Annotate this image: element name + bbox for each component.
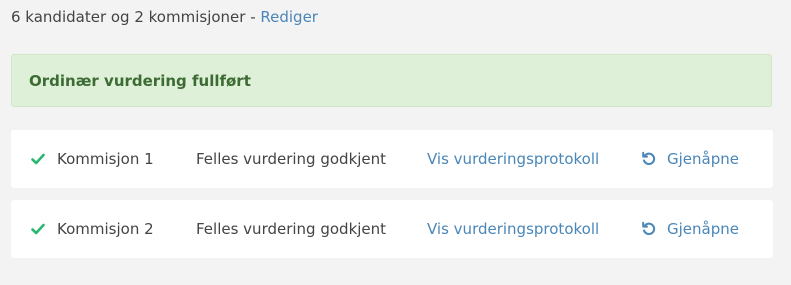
commission-row: Kommisjon 1 Felles vurdering godkjent Vi… [11, 130, 773, 188]
summary-line: 6 kandidater og 2 kommisjoner - Rediger [11, 8, 318, 26]
view-protocol-link[interactable]: Vis vurderingsprotokoll [427, 200, 599, 258]
commission-row: Kommisjon 2 Felles vurdering godkjent Vi… [11, 200, 773, 258]
reopen-button[interactable]: Gjenåpne [641, 130, 739, 188]
reopen-button[interactable]: Gjenåpne [641, 200, 739, 258]
summary-text: 6 kandidater og 2 kommisjoner - [11, 8, 261, 26]
commission-name: Kommisjon 1 [57, 150, 154, 168]
reopen-label: Gjenåpne [667, 150, 739, 168]
alert-text: Ordinær vurdering fullført [29, 71, 251, 90]
check-icon [31, 200, 47, 258]
undo-icon [641, 221, 657, 237]
success-alert: Ordinær vurdering fullført [11, 54, 772, 107]
reopen-label: Gjenåpne [667, 220, 739, 238]
commission-status: Felles vurdering godkjent [196, 220, 387, 238]
page: 6 kandidater og 2 kommisjoner - Rediger … [0, 0, 791, 285]
edit-link[interactable]: Rediger [260, 8, 318, 26]
commission-status: Felles vurdering godkjent [196, 150, 387, 168]
commission-name: Kommisjon 2 [57, 220, 154, 238]
undo-icon [641, 151, 657, 167]
view-protocol-link[interactable]: Vis vurderingsprotokoll [427, 130, 599, 188]
check-icon [31, 130, 47, 188]
